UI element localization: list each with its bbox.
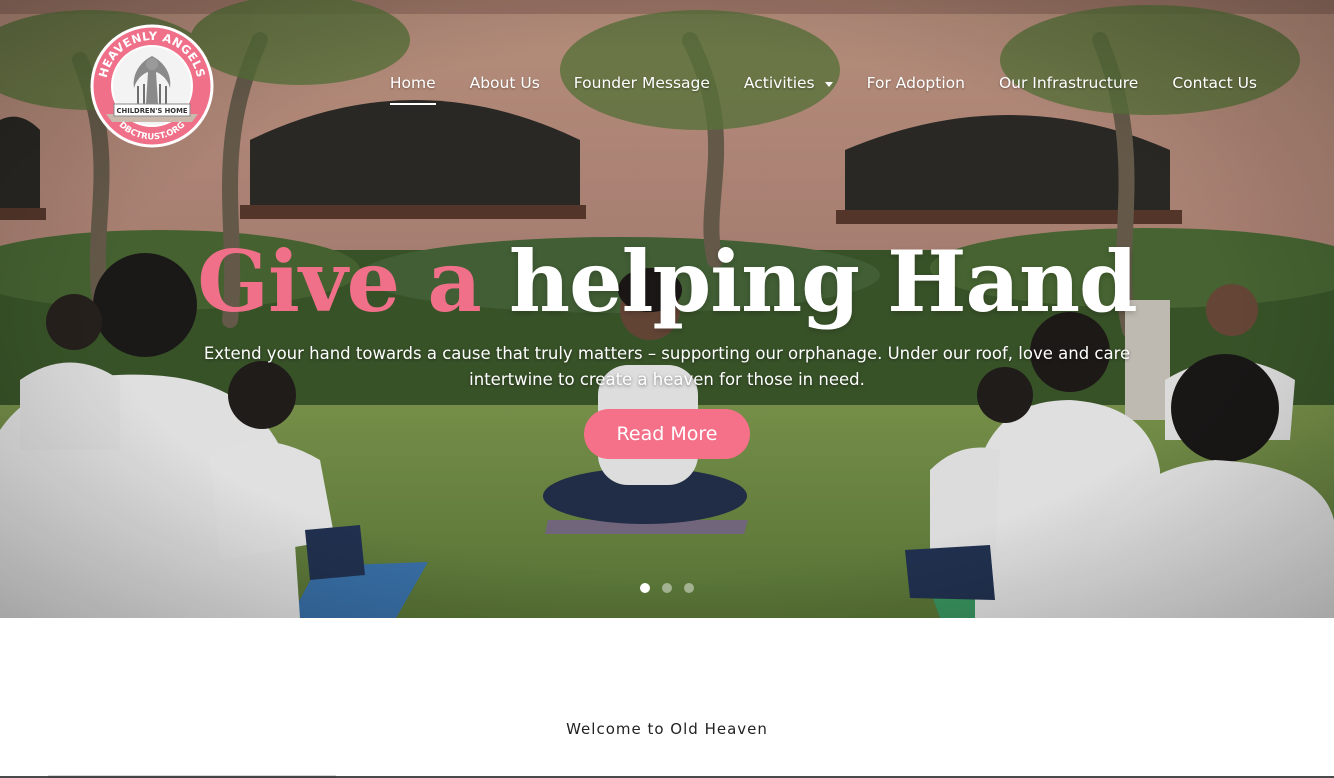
heavenly-angels-logo-icon: CHILDREN'S HOME HEAVENLY ANGELS DBCTRUST… — [90, 24, 214, 148]
slider-dots — [640, 583, 694, 593]
slider-dot-2[interactable] — [662, 583, 672, 593]
nav-item-activities[interactable]: Activities — [744, 74, 833, 102]
read-more-button[interactable]: Read More — [584, 409, 750, 459]
hero-subtext: Extend your hand towards a cause that tr… — [203, 344, 1131, 389]
welcome-heading: Welcome to Old Heaven — [566, 720, 768, 738]
logo-ribbon-text: CHILDREN'S HOME — [117, 107, 188, 115]
nav-item-label: Our Infrastructure — [998, 74, 1139, 92]
slider-dot-1[interactable] — [640, 583, 650, 593]
main-nav: Home About Us Founder Message Activities… — [389, 74, 1257, 105]
chevron-down-icon — [824, 81, 833, 87]
nav-item-label: Contact Us — [1172, 74, 1257, 92]
nav-item-label: Founder Message — [573, 74, 710, 92]
site-logo[interactable]: CHILDREN'S HOME HEAVENLY ANGELS DBCTRUST… — [88, 22, 216, 150]
slider-dot-3[interactable] — [684, 583, 694, 593]
nav-item-home[interactable]: Home — [389, 74, 436, 105]
hero-banner: CHILDREN'S HOME HEAVENLY ANGELS DBCTRUST… — [0, 0, 1334, 618]
headline-pink-text: Give a — [197, 232, 482, 331]
nav-item-founder-message[interactable]: Founder Message — [574, 74, 710, 102]
nav-item-label: Activities — [743, 74, 815, 92]
nav-item-for-adoption[interactable]: For Adoption — [867, 74, 965, 102]
nav-item-label: About Us — [469, 74, 540, 92]
nav-item-label: Home — [389, 74, 436, 92]
nav-item-contact-us[interactable]: Contact Us — [1172, 74, 1257, 102]
headline-white-text: helping Hand — [509, 232, 1138, 331]
nav-item-label: For Adoption — [866, 74, 965, 92]
nav-item-our-infrastructure[interactable]: Our Infrastructure — [999, 74, 1138, 102]
nav-item-about-us[interactable]: About Us — [470, 74, 540, 102]
hero-headline: Give a helping Hand — [0, 232, 1334, 332]
